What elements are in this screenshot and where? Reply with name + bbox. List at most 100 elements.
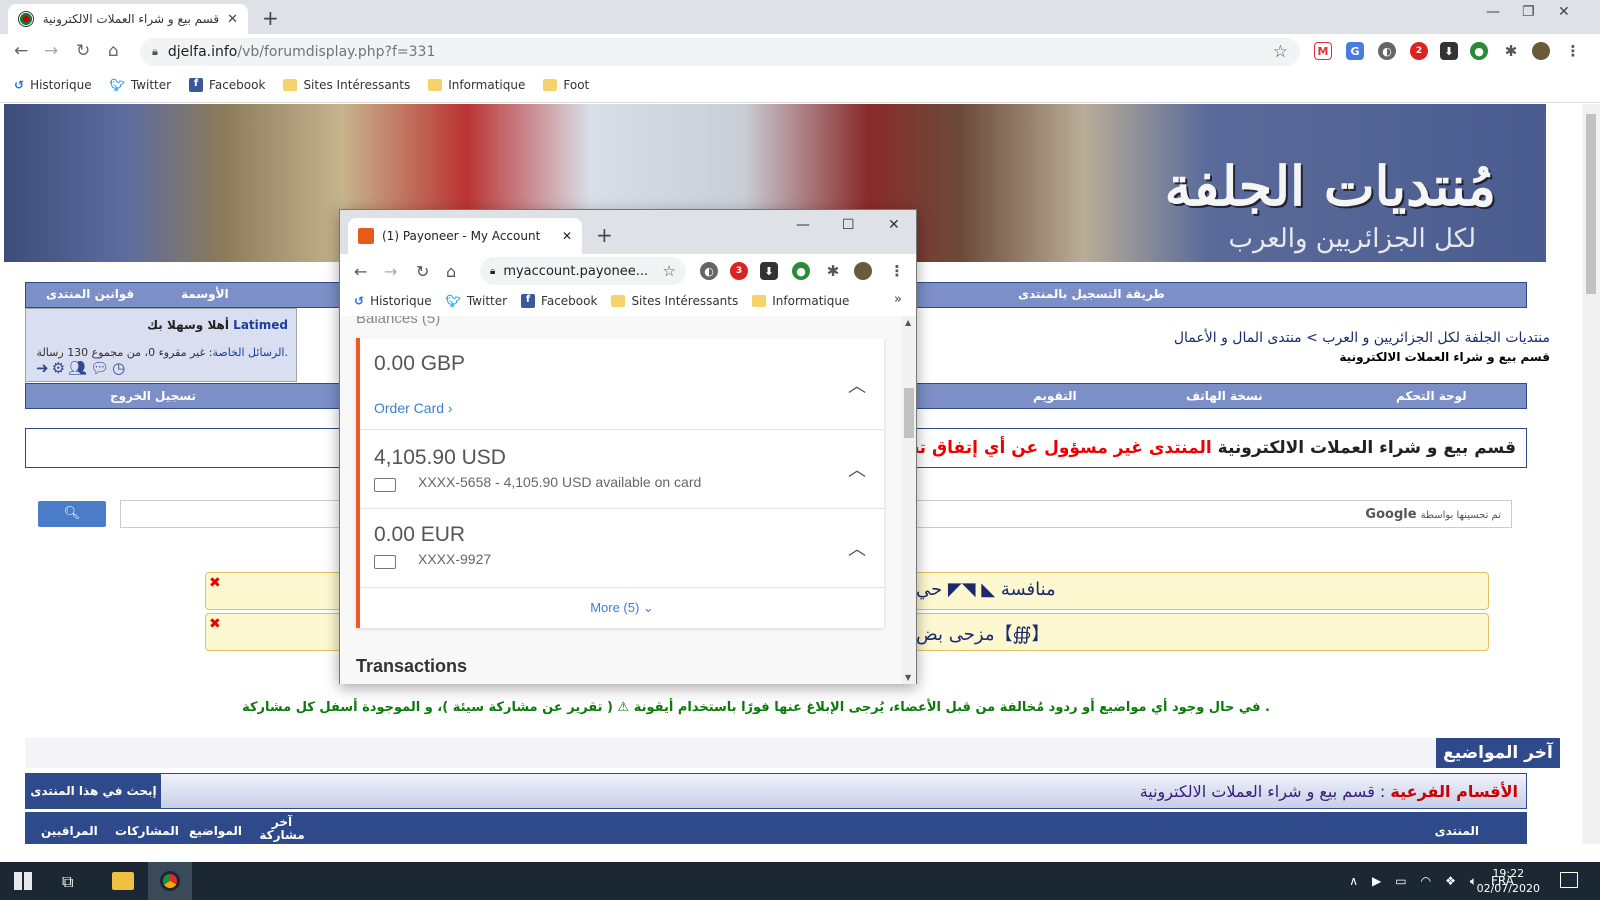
extension-compass-icon[interactable]: ◐ <box>1378 42 1396 60</box>
chevron-up-icon[interactable]: ︿ <box>848 372 866 398</box>
settings-gear-icon[interactable]: ⚙ <box>52 359 68 377</box>
battery-icon[interactable]: ▭ <box>1395 874 1406 889</box>
popup-back-icon[interactable]: ← <box>354 262 367 281</box>
chevron-up-icon[interactable]: ︿ <box>848 456 866 482</box>
bookmark-foot[interactable]: Foot <box>543 78 589 92</box>
gmail-icon[interactable]: M <box>1314 42 1332 60</box>
address-bar[interactable]: 🔒︎ djelfa.info/vb/forumdisplay.php?f=331… <box>140 38 1300 66</box>
popup-close-icon[interactable]: ✕ <box>888 217 900 233</box>
reload-icon[interactable]: ↻ <box>76 41 90 61</box>
chrome-taskbar-icon[interactable] <box>160 871 180 891</box>
popup-menu-icon[interactable]: ⋮ <box>888 262 906 280</box>
close-tab-icon[interactable]: ✕ <box>562 229 572 243</box>
bookmark-facebook[interactable]: f Facebook <box>189 78 265 92</box>
profile-avatar[interactable] <box>1532 42 1550 60</box>
scrollbar-thumb[interactable] <box>1586 114 1596 294</box>
mobile-version-link[interactable]: نسخة الهاتف <box>1186 389 1263 403</box>
latest-topics-header[interactable]: آخر المواضيع <box>1436 738 1560 768</box>
notification-icon[interactable] <box>1560 872 1578 888</box>
popup-puzzle-icon[interactable]: ✱ <box>824 262 842 280</box>
balance-row-eur[interactable]: 0.00 EUR XXXX-9927 ︿ <box>360 509 884 588</box>
popup-reload-icon[interactable]: ↻ <box>416 262 429 281</box>
download-extension-icon[interactable]: ⬇ <box>1440 42 1458 60</box>
dismiss-icon[interactable]: ✖ <box>209 575 221 591</box>
bookmark-historique[interactable]: ↺ Historique <box>354 294 432 308</box>
search-button[interactable]: 🔍︎ <box>38 501 106 527</box>
popup-globe-ext-icon[interactable]: ● <box>792 262 810 280</box>
dismiss-icon[interactable]: ✖ <box>209 616 221 632</box>
bookmark-informatique[interactable]: Informatique <box>428 78 525 92</box>
back-icon[interactable]: ← <box>14 41 28 61</box>
username-link[interactable]: Latimed <box>233 318 288 332</box>
dropbox-icon[interactable]: ❖ <box>1445 874 1456 889</box>
new-tab-button[interactable]: + <box>262 6 279 30</box>
popup-maximize-icon[interactable]: ☐ <box>842 217 855 233</box>
popup-address-bar[interactable]: 🔒︎ myaccount.payonee... ☆ <box>480 257 686 285</box>
task-view-icon[interactable]: ⧉ <box>62 872 73 892</box>
calendar-link[interactable]: التقويم <box>1033 389 1077 403</box>
bookmark-facebook[interactable]: f Facebook <box>521 294 597 308</box>
popup-red-ext-icon[interactable]: 3 <box>730 262 748 280</box>
clock-icon[interactable]: ◷ <box>112 359 128 377</box>
bookmark-sites-interessants[interactable]: Sites Intéressants <box>611 294 738 308</box>
page-scrollbar[interactable] <box>1582 104 1600 844</box>
scroll-up-icon[interactable]: ▲ <box>905 318 911 327</box>
popup-scrollbar-thumb[interactable] <box>904 388 914 438</box>
wifi-icon[interactable]: ◠ <box>1421 874 1431 889</box>
add-user-icon[interactable]: 👥︎ <box>68 359 90 377</box>
globe-extension-icon[interactable]: ● <box>1470 42 1488 60</box>
nav-rules-link[interactable]: قوانين المنتدى <box>46 287 134 301</box>
clock[interactable]: 19:22 02/07/2020 <box>1477 866 1540 896</box>
tray-chevron-icon[interactable]: ∧ <box>1349 874 1358 889</box>
file-explorer-icon[interactable] <box>112 872 134 890</box>
bookmark-sites-interessants[interactable]: Sites Intéressants <box>283 78 410 92</box>
popup-minimize-icon[interactable]: — <box>796 217 810 233</box>
chat-icon[interactable]: 💬︎ <box>90 359 112 377</box>
lock-icon: 🔒︎ <box>152 45 158 58</box>
forward-icon[interactable]: → <box>44 41 58 61</box>
popup-scrollbar[interactable]: ▲ ▼ <box>902 316 916 684</box>
balance-row-usd[interactable]: 4,105.90 USD XXXX-5658 - 4,105.90 USD av… <box>360 430 884 509</box>
nav-medals-link[interactable]: الأوسمة <box>181 287 229 301</box>
order-card-link[interactable]: Order Card › <box>374 400 453 416</box>
translate-icon[interactable]: G <box>1346 42 1364 60</box>
tray-play-icon[interactable]: ▶ <box>1372 874 1381 889</box>
bookmark-historique[interactable]: ↺ Historique <box>14 78 92 92</box>
bookmark-informatique[interactable]: Informatique <box>752 294 849 308</box>
extension-red-icon[interactable]: 2 <box>1410 42 1428 60</box>
home-icon[interactable]: ⌂ <box>108 41 119 61</box>
scroll-down-icon[interactable]: ▼ <box>905 673 911 682</box>
breadcrumb-path[interactable]: منتديات الجلفة لكل الجزائريين و العرب > … <box>1174 330 1550 346</box>
tab-payoneer[interactable]: (1) Payoneer - My Account ✕ <box>348 218 582 254</box>
restore-icon[interactable]: ❐ <box>1522 4 1535 20</box>
popup-compass-ext-icon[interactable]: ◐ <box>700 262 718 280</box>
announcement-text[interactable]: منافسة ◣ ◥◤ حي <box>916 579 1056 600</box>
popup-download-ext-icon[interactable]: ⬇ <box>760 262 778 280</box>
control-panel-link[interactable]: لوحة التحكم <box>1396 389 1467 403</box>
minimize-icon[interactable]: — <box>1486 4 1500 20</box>
logout-link[interactable]: تسجيل الخروج <box>110 389 196 403</box>
pm-link[interactable]: الرسائل الخاصة <box>212 346 284 359</box>
close-window-icon[interactable]: ✕ <box>1558 4 1570 20</box>
chevron-up-icon[interactable]: ︿ <box>848 535 866 561</box>
bookmark-twitter[interactable]: 🐦︎ Twitter <box>110 78 171 92</box>
bookmark-twitter[interactable]: 🐦︎ Twitter <box>446 294 507 308</box>
menu-kebab-icon[interactable]: ⋮ <box>1564 42 1582 60</box>
popup-forward-icon[interactable]: → <box>384 262 397 281</box>
logout-arrow-icon[interactable]: ➜ <box>36 359 52 377</box>
search-forum-dropdown[interactable]: إبحث في هذا المنتدى ▾ <box>26 774 161 832</box>
popup-bookmark-star-icon[interactable]: ☆ <box>663 262 676 280</box>
tab-djelfa[interactable]: قسم بيع و شراء العملات الالكترونية ✕ <box>8 4 248 34</box>
windows-start-icon[interactable] <box>14 872 32 890</box>
nav-register-guide-link[interactable]: طريقة التسجيل بالمنتدى <box>1018 287 1165 301</box>
popup-profile-avatar[interactable] <box>854 262 872 280</box>
balance-row-gbp[interactable]: 0.00 GBP Order Card › ︿ <box>360 338 884 430</box>
announcement-text[interactable]: مزحى بض【∰】 <box>916 620 1050 646</box>
more-balances-link[interactable]: More (5) ⌄ <box>360 600 884 616</box>
popup-home-icon[interactable]: ⌂ <box>446 262 456 281</box>
popup-new-tab-button[interactable]: + <box>596 223 613 247</box>
close-tab-icon[interactable]: ✕ <box>227 12 238 27</box>
bookmarks-overflow-icon[interactable]: » <box>894 292 902 307</box>
bookmark-star-icon[interactable]: ☆ <box>1273 42 1288 62</box>
extensions-puzzle-icon[interactable]: ✱ <box>1502 42 1520 60</box>
